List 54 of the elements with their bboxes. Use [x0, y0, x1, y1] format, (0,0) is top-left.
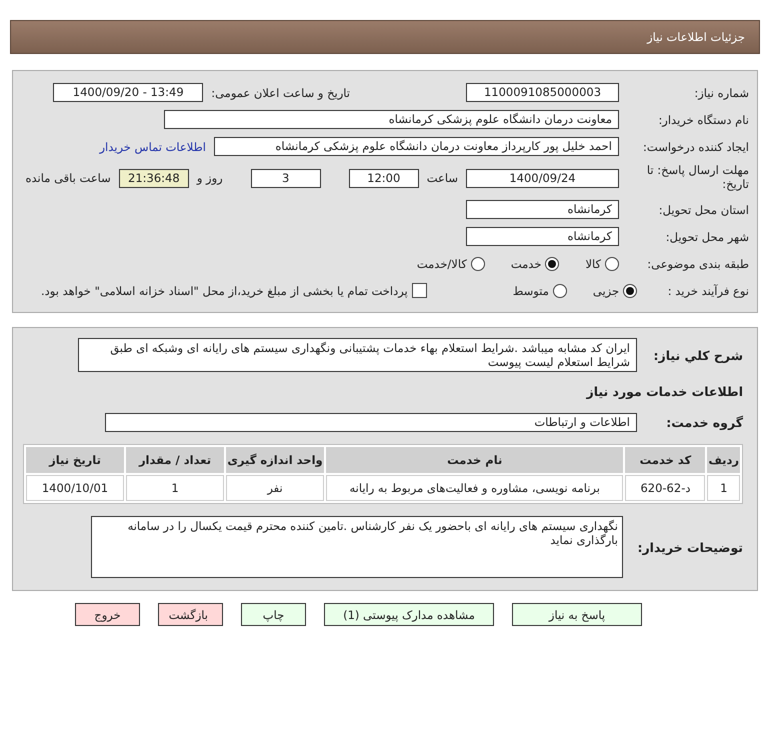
column-header: تعداد / مقدار	[126, 447, 224, 473]
remaining-time-field: 21:36:48	[118, 168, 189, 188]
field-label: شهر محل تحویل:	[664, 230, 750, 244]
column-header: واحد اندازه گیری	[226, 447, 324, 473]
column-header: تاریخ نیاز	[26, 447, 124, 473]
field-label: ایجاد کننده درخواست:	[642, 140, 750, 154]
action-button[interactable]: مشاهده مدارک پیوستی (1)	[324, 603, 494, 626]
table-cell: 1	[126, 475, 224, 501]
table-cell: 1400/10/01	[26, 475, 124, 501]
announce-date-field: 1400/09/20 - 13:49	[53, 83, 204, 102]
section-heading: اطلاعات خدمات مورد نیاز	[585, 384, 743, 399]
action-button[interactable]: خروج	[75, 603, 140, 626]
action-button[interactable]: چاپ	[241, 603, 306, 626]
buyer-contact-link[interactable]: اطلاعات تماس خریدار	[99, 140, 206, 154]
option-label: جزیی	[592, 284, 620, 298]
field-label: ساعت	[426, 171, 458, 185]
option-label: کالا/خدمت	[416, 256, 467, 270]
table-cell: نفر	[226, 475, 324, 501]
payment-option-label: پرداخت تمام یا بخشی از مبلغ خرید،از محل "اسناد خزانه اسلامی" خواهد بود.	[41, 284, 408, 298]
option-label: خدمت	[510, 256, 542, 270]
deadline-time-field: 12:00	[348, 168, 419, 188]
province-field: کرمانشاه	[466, 200, 619, 219]
field-label: نوع فرآیند خرید :	[666, 284, 750, 298]
deadline-date-field: 1400/09/24	[466, 168, 619, 188]
column-header: نام خدمت	[326, 447, 624, 473]
option-label: متوسط	[512, 284, 549, 298]
table-cell: برنامه نویسی، مشاوره و فعالیت‌های مربوط به رایانه	[326, 475, 624, 501]
table-cell: 1	[707, 475, 740, 501]
field-label: روز و	[196, 171, 223, 185]
action-button[interactable]: بازگشت	[158, 603, 223, 626]
field-label: ساعت باقی مانده	[26, 171, 111, 185]
requester-field: احمد خلیل پور کارپرداز معاونت درمان دانشگاه علوم پزشکی کرمانشاه	[214, 137, 619, 156]
need-number-field: 1100091085000003	[466, 83, 619, 102]
field-label: طبقه بندی موضوعی:	[646, 256, 750, 270]
service-group-field: اطلاعات و ارتباطات	[105, 413, 637, 432]
action-button[interactable]: پاسخ به نیاز	[512, 603, 642, 626]
field-label: مهلت ارسال پاسخ: تا تاریخ:	[646, 162, 750, 191]
city-field: کرمانشاه	[466, 227, 619, 246]
description-field: ایران کد مشابه میباشد .شرایط استعلام بهاء خدمات پشتیبانی ونگهداری سیستم های رایانه ای وشبکه ای طبق شرایط استعلام لیست پیوست	[78, 338, 637, 372]
buyer-notes-field: نگهداری سیستم های رایانه ای باحضور یک نفر کارشناس .تامین کننده محترم قیمت یکسال را در سامانه بارگذاری نماید	[91, 516, 623, 578]
service-group-label: گروه خدمت:	[665, 415, 743, 430]
buyer-org-field: معاونت درمان دانشگاه علوم پزشکی کرمانشاه	[164, 110, 619, 129]
field-label: شماره نیاز:	[693, 86, 750, 100]
page-title: جزئیات اطلاعات نیاز	[10, 20, 760, 54]
field-label: نام دستگاه خریدار:	[657, 112, 750, 126]
days-left-field: 3	[250, 168, 321, 188]
column-header: کد خدمت	[625, 447, 706, 473]
field-label: تاریخ و ساعت اعلان عمومی:	[211, 86, 350, 100]
table-cell: د-62-620	[625, 475, 706, 501]
field-label: استان محل تحویل:	[658, 202, 750, 216]
description-label: شرح کلي نياز:	[652, 348, 743, 362]
buyer-notes-label: توضیحات خریدار:	[636, 540, 743, 554]
column-header: ردیف	[707, 447, 740, 473]
option-label: کالا	[585, 256, 601, 270]
